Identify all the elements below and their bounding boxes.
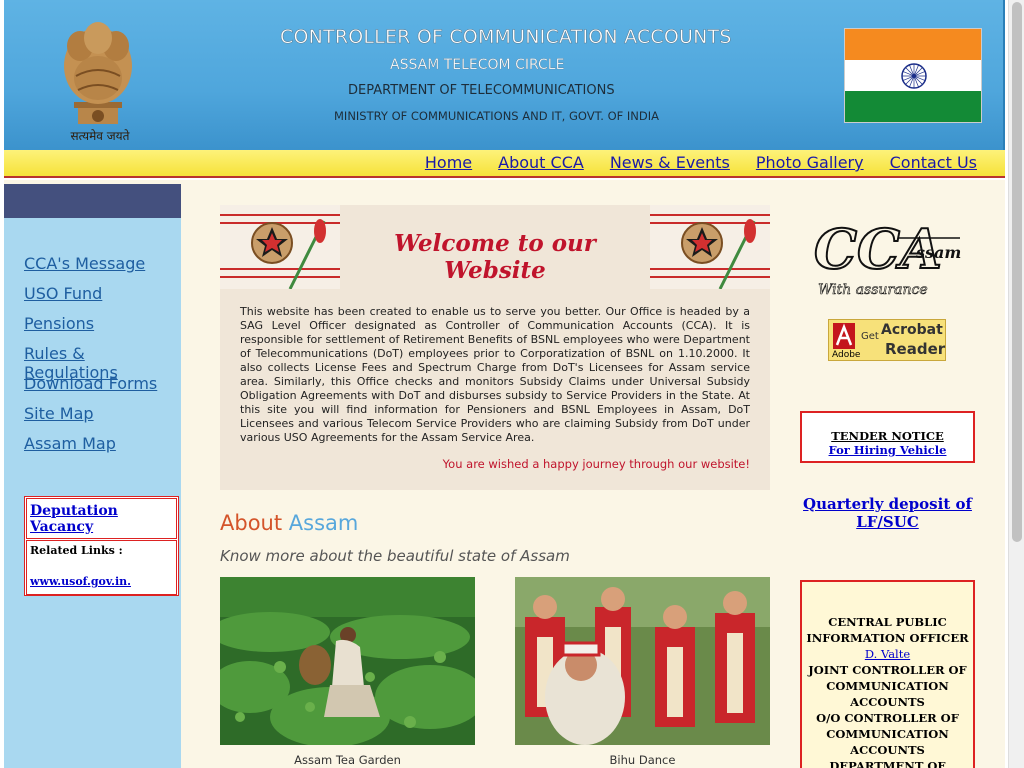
cpio-title: CENTRAL PUBLIC INFORMATION OFFICER <box>806 615 969 645</box>
intro-paragraph: This website has been created to enable … <box>240 305 750 444</box>
cpio-office: O/O CONTROLLER OF COMMUNICATION ACCOUNTS <box>816 711 959 757</box>
tender-notice-title: TENDER NOTICE <box>831 429 944 443</box>
welcome-banner: Welcome to our Website <box>220 205 770 289</box>
reader-label: Reader <box>885 340 946 358</box>
nav-contact-us[interactable]: Contact Us <box>890 153 977 172</box>
cpio-box: CENTRAL PUBLIC INFORMATION OFFICER D. Va… <box>800 580 975 768</box>
cpio-designation: JOINT CONTROLLER OF COMMUNICATION ACCOUN… <box>808 663 967 709</box>
adobe-label: Adobe <box>832 350 861 360</box>
gamosa-left-image <box>220 205 340 289</box>
usof-link[interactable]: www.usof.gov.in. <box>30 575 173 588</box>
deputation-vacancy-link[interactable]: Deputation Vacancy <box>30 503 176 535</box>
get-label: Get <box>861 331 879 342</box>
nav-about-cca[interactable]: About CCA <box>498 153 584 172</box>
about-subtitle: Know more about the beautiful state of A… <box>220 547 570 565</box>
sidebar-item-assam-map[interactable]: Assam Map <box>24 434 116 453</box>
get-acrobat-reader-badge[interactable]: Adobe Get Acrobat Reader <box>828 319 946 361</box>
nav-news-events[interactable]: News & Events <box>610 153 730 172</box>
wish-text: You are wished a happy journey through o… <box>442 457 750 471</box>
tea-garden-caption: Assam Tea Garden <box>294 753 401 767</box>
adobe-logo-icon <box>833 323 855 349</box>
about-word: About <box>220 511 283 535</box>
quarterly-deposit-link[interactable]: Quarterly deposit of LF/SUC <box>800 495 975 531</box>
logo-tagline-text: With assurance <box>818 282 928 298</box>
nav-photo-gallery[interactable]: Photo Gallery <box>756 153 864 172</box>
cpio-name-link[interactable]: D. Valte <box>865 647 910 661</box>
sidebar-header <box>4 184 181 218</box>
sidebar-item-pensions[interactable]: Pensions <box>24 314 94 333</box>
site-header: सत्यमेव जयते CONTROLLER OF COMMUNICATION… <box>4 0 1005 152</box>
tender-hiring-vehicle-link[interactable]: For Hiring Vehicle <box>802 443 973 457</box>
title-line-2: ASSAM TELECOM CIRCLE <box>390 57 565 73</box>
bihu-dance-image[interactable] <box>515 577 770 745</box>
cpio-department: DEPARTMENT OF <box>829 759 946 768</box>
related-links-label: Related Links : <box>30 544 123 557</box>
emblem-motto: सत्यमेव जयते <box>70 129 130 143</box>
title-line-3: DEPARTMENT OF TELECOMMUNICATIONS <box>348 83 615 98</box>
sidebar-item-uso-fund[interactable]: USO Fund <box>24 284 102 303</box>
scrollbar-thumb[interactable] <box>1012 2 1022 542</box>
about-assam-heading: About Assam <box>220 511 358 535</box>
main-nav: Home About CCA News & Events Photo Galle… <box>4 150 1005 178</box>
related-links-section: Related Links : www.usof.gov.in. <box>26 540 177 595</box>
nav-home[interactable]: Home <box>425 153 472 172</box>
vertical-scrollbar[interactable] <box>1008 0 1024 768</box>
related-links-box: Deputation Vacancy Related Links : www.u… <box>24 496 179 596</box>
sidebar-menu: CCA's Message USO Fund Pensions Rules & … <box>4 254 181 464</box>
tea-garden-image[interactable] <box>220 577 475 745</box>
chakra-icon <box>901 63 927 89</box>
tender-notice-box: TENDER NOTICE For Hiring Vehicle <box>800 411 975 463</box>
national-emblem-icon <box>64 22 132 124</box>
title-line-1: CONTROLLER OF COMMUNICATION ACCOUNTS <box>280 26 732 49</box>
deputation-box: Deputation Vacancy <box>26 498 177 539</box>
bihu-dance-caption: Bihu Dance <box>609 753 676 767</box>
page-body: CCA's Message USO Fund Pensions Rules & … <box>4 180 1005 768</box>
sidebar: CCA's Message USO Fund Pensions Rules & … <box>4 184 181 768</box>
sidebar-item-site-map[interactable]: Site Map <box>24 404 94 423</box>
assam-word: Assam <box>288 511 359 535</box>
intro-section: This website has been created to enable … <box>220 289 770 490</box>
indian-flag-icon <box>844 28 982 123</box>
title-line-4: MINISTRY OF COMMUNICATIONS AND IT, GOVT.… <box>334 109 659 123</box>
sidebar-item-ccas-message[interactable]: CCA's Message <box>24 254 145 273</box>
gamosa-right-image <box>650 205 770 289</box>
logo-ssam-text: ssam <box>915 243 961 262</box>
cca-assam-logo[interactable]: CCA ssam With assurance <box>810 210 965 300</box>
welcome-heading: Welcome to our Website <box>394 230 596 284</box>
acrobat-label: Acrobat <box>881 322 943 338</box>
sidebar-item-download-forms[interactable]: Download Forms <box>24 374 157 393</box>
